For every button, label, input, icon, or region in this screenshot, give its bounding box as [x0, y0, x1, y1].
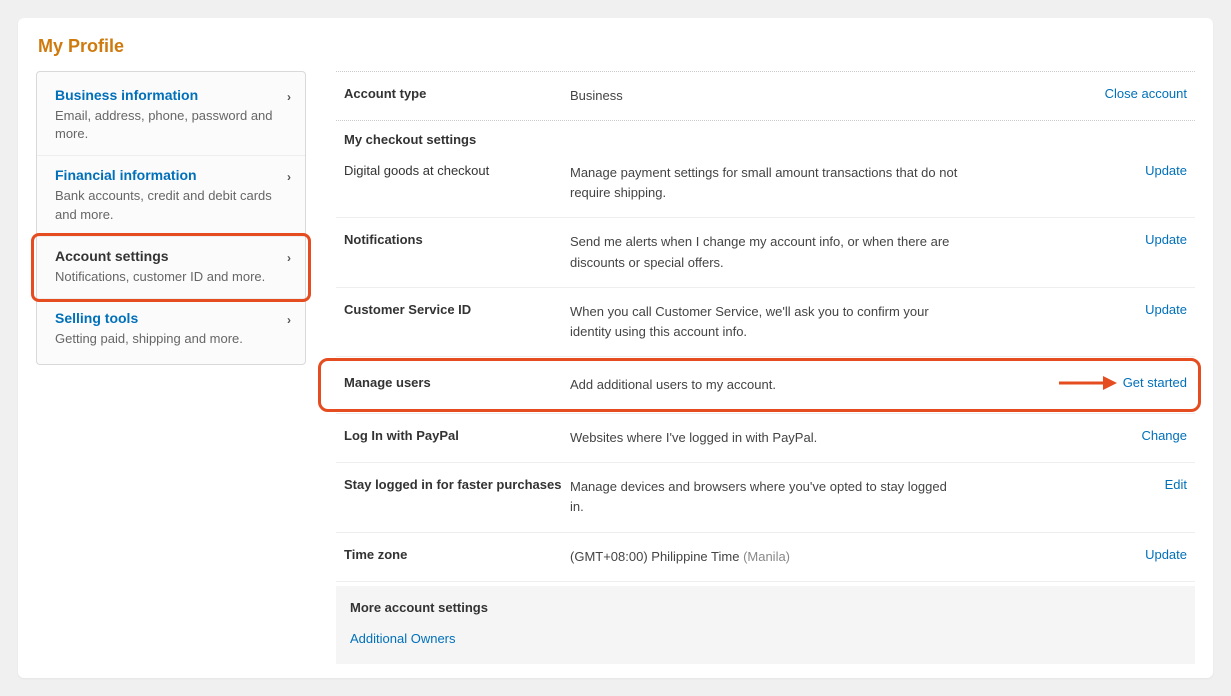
row-label: Customer Service ID	[336, 302, 570, 317]
chevron-right-icon: ›	[287, 313, 291, 327]
row-notifications: Notifications Send me alerts when I chan…	[336, 218, 1195, 287]
sidebar-item-selling-tools[interactable]: Selling tools Getting paid, shipping and…	[37, 299, 305, 360]
sidebar-item-title: Financial information	[55, 167, 287, 183]
update-notifications-link[interactable]: Update	[1145, 232, 1195, 247]
row-time-zone: Time zone (GMT+08:00) Philippine Time (M…	[336, 533, 1195, 582]
chevron-right-icon: ›	[287, 90, 291, 104]
chevron-right-icon: ›	[287, 251, 291, 265]
sidebar-item-title: Account settings	[55, 248, 287, 264]
sidebar-item-business-information[interactable]: Business information Email, address, pho…	[37, 76, 305, 156]
page-title: My Profile	[38, 36, 1195, 57]
row-label: Digital goods at checkout	[336, 163, 570, 178]
settings-panel: Account type Business Close account My c…	[336, 71, 1195, 664]
sidebar-item-subtitle: Email, address, phone, password and more…	[55, 107, 287, 143]
timezone-value: (GMT+08:00) Philippine Time	[570, 549, 739, 564]
row-login-with-paypal: Log In with PayPal Websites where I've l…	[336, 414, 1195, 463]
section-header-checkout: My checkout settings	[336, 121, 1195, 149]
row-value: Manage payment settings for small amount…	[570, 163, 970, 203]
chevron-right-icon: ›	[287, 170, 291, 184]
sidebar-item-subtitle: Bank accounts, credit and debit cards an…	[55, 187, 287, 223]
update-timezone-link[interactable]: Update	[1145, 547, 1195, 562]
more-account-settings-title: More account settings	[350, 600, 1181, 615]
row-stay-logged-in: Stay logged in for faster purchases Mana…	[336, 463, 1195, 532]
row-account-type: Account type Business Close account	[336, 72, 1195, 121]
update-digital-goods-link[interactable]: Update	[1145, 163, 1195, 178]
sidebar-item-financial-information[interactable]: Financial information Bank accounts, cre…	[37, 156, 305, 236]
row-label: Account type	[336, 86, 570, 101]
sidebar-item-title: Business information	[55, 87, 287, 103]
row-digital-goods: Digital goods at checkout Manage payment…	[336, 149, 1195, 218]
row-label: Stay logged in for faster purchases	[336, 477, 570, 492]
update-csid-link[interactable]: Update	[1145, 302, 1195, 317]
sidebar-item-subtitle: Notifications, customer ID and more.	[55, 268, 287, 286]
row-value: When you call Customer Service, we'll as…	[570, 302, 970, 342]
close-account-link[interactable]: Close account	[1105, 86, 1195, 101]
more-account-settings-box: More account settings Additional Owners	[336, 586, 1195, 664]
row-label: Manage users	[336, 375, 570, 390]
additional-owners-link[interactable]: Additional Owners	[350, 631, 1181, 646]
row-value: Add additional users to my account.	[570, 375, 970, 395]
row-value: Send me alerts when I change my account …	[570, 232, 970, 272]
row-customer-service-id: Customer Service ID When you call Custom…	[336, 288, 1195, 357]
profile-card: My Profile Business information Email, a…	[18, 18, 1213, 678]
row-value: Websites where I've logged in with PayPa…	[570, 428, 970, 448]
row-value: Business	[570, 86, 970, 106]
edit-stay-logged-link[interactable]: Edit	[1165, 477, 1195, 492]
change-login-pp-link[interactable]: Change	[1141, 428, 1195, 443]
sidebar-item-subtitle: Getting paid, shipping and more.	[55, 330, 287, 348]
row-value: Manage devices and browsers where you've…	[570, 477, 970, 517]
row-value: (GMT+08:00) Philippine Time (Manila)	[570, 547, 970, 567]
row-manage-users: Manage users Add additional users to my …	[336, 357, 1195, 414]
row-label: Log In with PayPal	[336, 428, 570, 443]
sidebar-item-title: Selling tools	[55, 310, 287, 326]
row-label: Notifications	[336, 232, 570, 247]
sidebar: Business information Email, address, pho…	[36, 71, 306, 365]
annotation-arrow-icon	[1057, 373, 1119, 393]
row-label: Time zone	[336, 547, 570, 562]
get-started-manage-users-link[interactable]: Get started	[1123, 375, 1195, 390]
sidebar-item-account-settings[interactable]: Account settings Notifications, customer…	[37, 237, 305, 299]
timezone-note: (Manila)	[743, 549, 790, 564]
